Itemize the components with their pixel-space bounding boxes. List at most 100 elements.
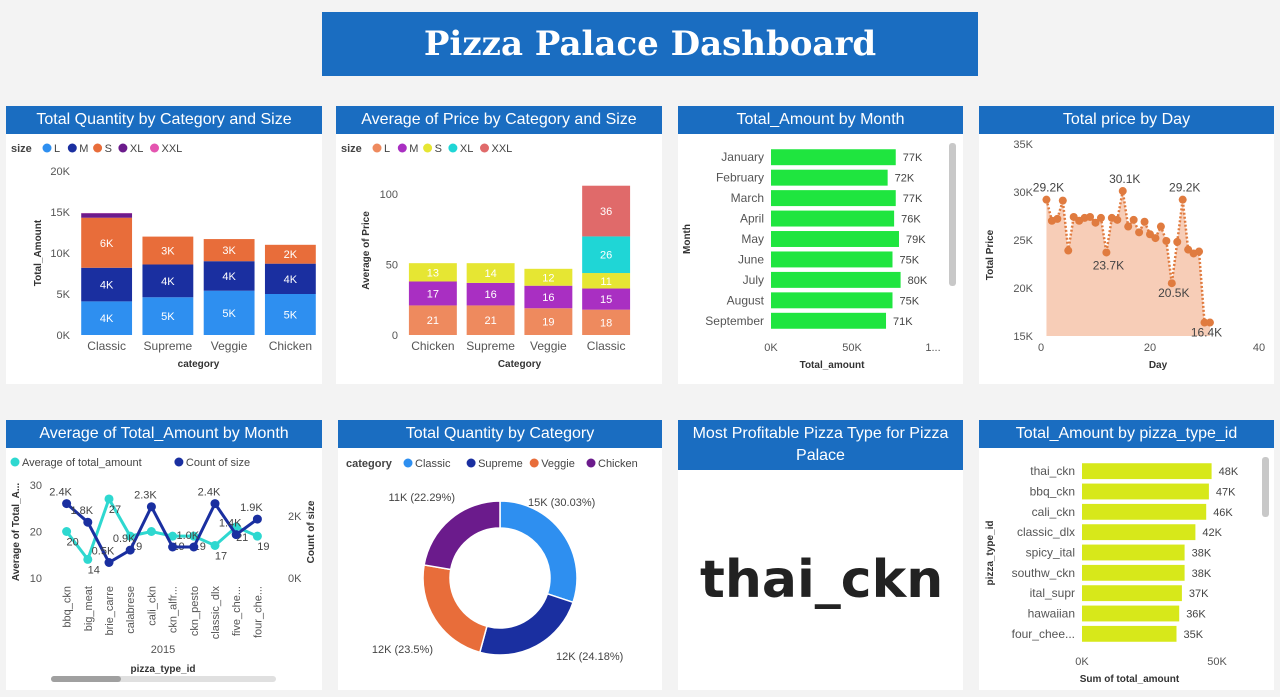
data-label: 5K [222, 308, 236, 320]
legend-title: size [11, 143, 32, 155]
y-tick-label: 35K [1013, 139, 1033, 151]
panel-quantity-by-category-size: Total Quantity by Category and Size size… [6, 106, 322, 384]
data-label: 12 [542, 272, 554, 284]
x-tick-label: 1... [925, 342, 940, 354]
legend-marker [423, 143, 433, 153]
y-tick-label: 20K [1013, 283, 1033, 295]
y-tick-label: southw_ckn [1012, 566, 1075, 580]
x-axis-title: pizza_type_id [130, 664, 195, 675]
data-label: 79K [906, 234, 926, 246]
bar [1082, 625, 1177, 642]
data-point [189, 542, 199, 552]
x-axis-title: Total_amount [800, 360, 865, 371]
y-tick-label: 0 [392, 330, 398, 342]
panel-price-by-day: Total price by Day 15K 20K 25K 30K 35K 0 20 40 2… [979, 106, 1274, 384]
legend-marker [10, 457, 20, 467]
data-label: 46K [1213, 507, 1233, 519]
data-label: 38K [1192, 568, 1212, 580]
data-label: 14 [88, 564, 100, 576]
x-tick-label: Supreme [466, 339, 515, 353]
data-label: 23.7K [1093, 258, 1124, 272]
legend-marker [397, 143, 407, 153]
y-tick-label: spicy_ital [1026, 546, 1075, 560]
y-tick-label: classic_dlx [1017, 525, 1075, 539]
data-label: 36 [600, 206, 612, 218]
bar [1082, 483, 1209, 500]
data-point [125, 545, 135, 555]
legend-item: Chicken [598, 458, 638, 470]
data-point [168, 542, 178, 552]
data-point [104, 558, 114, 567]
data-label: 29.2K [1033, 181, 1064, 195]
data-point [1113, 215, 1122, 224]
data-label: 5K [284, 310, 298, 322]
data-label: 71K [893, 316, 913, 328]
data-label: 14 [485, 268, 497, 280]
y-tick-label: August [727, 293, 765, 307]
legend-item: XL [460, 143, 473, 155]
data-point [252, 514, 262, 524]
data-point [1156, 222, 1165, 231]
y-tick-label: April [740, 212, 764, 226]
data-point [1042, 195, 1051, 204]
x-tick-label: 0K [1075, 656, 1089, 668]
x-tick-label: cali_ckn [146, 586, 158, 626]
data-label: 75K [900, 254, 920, 266]
kpi-value: thai_ckn [700, 550, 944, 610]
data-label: 21 [427, 315, 439, 327]
y-tick-label: 15K [50, 207, 70, 219]
data-label: 16 [542, 292, 554, 304]
legend-item: Average of total_amount [22, 457, 142, 469]
pie-slice [423, 500, 501, 571]
data-label: 11K (22.29%) [389, 492, 455, 504]
chart-amount-by-month: 77K January 72K February 77K March 76K April 79K… [682, 143, 956, 371]
legend-item: Veggie [541, 458, 575, 470]
x-tick-label: Chicken [269, 339, 312, 353]
data-label: 15 [600, 294, 612, 306]
x-axis-title: Sum of total_amount [1080, 674, 1180, 685]
legend-marker [42, 143, 52, 153]
panel-most-profitable: Most Profitable Pizza Type for Pizza Pal… [678, 420, 963, 690]
x-tick-label: ckn_alfr... [168, 586, 180, 633]
data-label: 20 [66, 537, 78, 549]
y-tick-label: 30K [1013, 187, 1033, 199]
y-axis-title: Month [682, 224, 693, 254]
data-label: 42K [1202, 527, 1222, 539]
y-axis-title: Average of Price [361, 211, 372, 290]
data-point [1151, 234, 1160, 243]
y2-axis-title: Count of size [306, 500, 317, 563]
dashboard-title: Pizza Palace Dashboard [322, 12, 978, 76]
data-label: 26 [600, 250, 612, 262]
y-tick-label: 5K [57, 289, 71, 301]
bar [771, 231, 899, 247]
y-tick-label: September [705, 314, 764, 328]
x-tick-label: Veggie [530, 339, 567, 353]
data-label: 80K [908, 275, 928, 287]
data-point [1178, 195, 1187, 204]
bar [771, 149, 896, 166]
y-tick-label: 10 [30, 573, 42, 585]
data-point [146, 527, 156, 536]
data-point [231, 530, 241, 540]
data-point [1118, 187, 1127, 196]
data-point [62, 527, 72, 536]
data-label: 4K [284, 274, 298, 286]
y2-tick-label: 0K [288, 573, 302, 585]
y-tick-label: 15K [1013, 331, 1033, 343]
data-label: 15K (30.03%) [528, 497, 595, 509]
data-point [252, 531, 262, 541]
data-label: 4K [100, 280, 114, 292]
x-axis-title: Day [1149, 360, 1168, 371]
data-label: 19 [542, 317, 554, 329]
y-tick-label: bbq_ckn [1030, 485, 1075, 499]
data-label: 76K [901, 214, 921, 226]
data-point [1096, 213, 1105, 222]
legend-marker [448, 143, 458, 153]
data-label: 18 [600, 317, 612, 329]
y-tick-label: ital_supr [1030, 586, 1075, 600]
data-label: 0.5K [92, 546, 115, 558]
data-label: 1.0K [176, 530, 199, 542]
scrollbar-thumb [51, 676, 121, 682]
panel-average-amount-by-month: Average of Total_Amount by Month Average… [6, 420, 322, 690]
legend-item: M [79, 143, 88, 155]
